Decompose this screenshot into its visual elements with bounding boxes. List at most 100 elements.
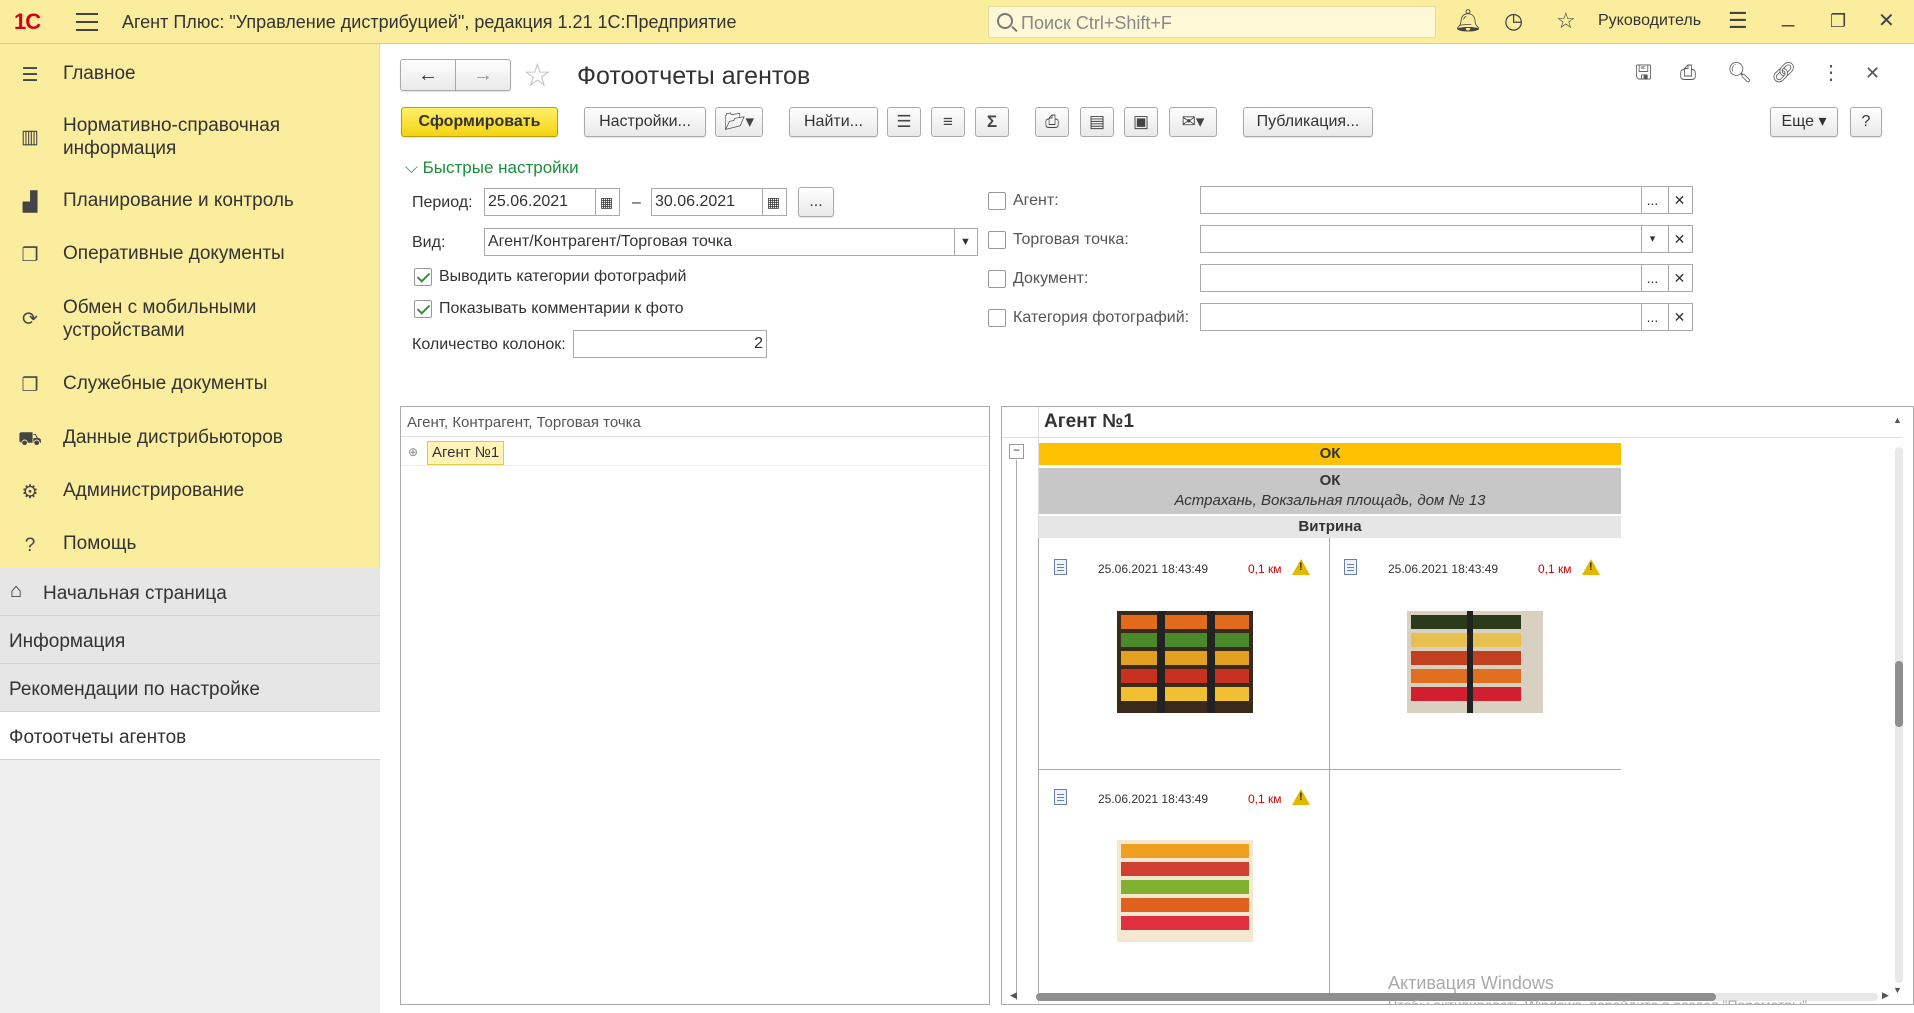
document-select-button[interactable]: ...: [1641, 265, 1663, 291]
search-input[interactable]: Поиск Ctrl+Shift+F: [988, 6, 1436, 38]
app-logo[interactable]: 1С: [14, 9, 41, 35]
scroll-down-icon[interactable]: ▼: [1893, 985, 1902, 995]
form-title: Фотоотчеты агентов: [577, 62, 811, 90]
print-button-icon[interactable]: ⎙: [1035, 107, 1069, 137]
generate-button[interactable]: Сформировать: [401, 107, 558, 137]
category-filter-checkbox[interactable]: [988, 309, 1006, 327]
expand-groups-icon[interactable]: ☰: [887, 107, 921, 137]
print-icon[interactable]: ⎙: [1680, 62, 1696, 84]
document-filter-input[interactable]: [1200, 264, 1693, 292]
help-icon: ?: [24, 535, 36, 556]
calendar-icon[interactable]: ▦: [595, 189, 617, 215]
save-report-icon[interactable]: ▣: [1124, 107, 1158, 137]
find-button[interactable]: Найти...: [789, 107, 878, 137]
tree-panel: Агент, Контрагент, Торговая точка ⊕ Аген…: [400, 406, 990, 1005]
report-agent-title: Агент №1: [1044, 411, 1135, 432]
scroll-left-icon[interactable]: ◀: [1010, 990, 1017, 1001]
document-filter-label: Документ:: [1013, 270, 1089, 287]
warning-icon[interactable]: [1292, 559, 1310, 575]
sum-icon[interactable]: Σ: [975, 107, 1009, 137]
category-select-button[interactable]: ...: [1641, 304, 1663, 330]
photo-distance: 0,1 км: [1248, 792, 1282, 806]
sidebar-item-label: Данные дистрибьюторов: [63, 427, 283, 448]
period-label: Период:: [412, 194, 473, 211]
save-icon[interactable]: 🖫: [1635, 62, 1652, 84]
forward-button[interactable]: →: [455, 59, 511, 91]
more-button[interactable]: Еще ▾: [1770, 107, 1838, 137]
more-dots-icon[interactable]: ⋮: [1821, 62, 1841, 84]
photo-thumbnail[interactable]: [1407, 611, 1543, 713]
restore-icon[interactable]: ❐: [1830, 10, 1846, 32]
agent-filter-label: Агент:: [1013, 192, 1059, 209]
variant-dropdown-button[interactable]: 📂︎▾: [715, 107, 763, 137]
outlet-filter-input[interactable]: [1200, 225, 1693, 253]
scroll-up-icon[interactable]: ▲: [1893, 415, 1902, 425]
sidebar-item-label: Главное: [63, 63, 136, 84]
star-icon[interactable]: ☆: [1556, 10, 1576, 32]
agent-select-button[interactable]: ...: [1641, 187, 1663, 213]
minimize-icon[interactable]: _: [1782, 4, 1794, 26]
show-comments-checkbox[interactable]: [414, 300, 432, 318]
outlet-filter-checkbox[interactable]: [988, 231, 1006, 249]
view-label: Вид:: [412, 234, 446, 251]
chevron-down-icon[interactable]: ▼: [954, 229, 976, 255]
documents-icon: ❐: [21, 245, 39, 266]
collapse-groups-icon[interactable]: ≡: [931, 107, 965, 137]
bell-icon[interactable]: 🔔︎: [1454, 10, 1482, 32]
user-name[interactable]: Руководитель: [1598, 12, 1701, 30]
show-categories-checkbox[interactable]: [414, 268, 432, 286]
history-icon[interactable]: ◷: [1504, 10, 1523, 32]
category-filter-label: Категория фотографий:: [1013, 309, 1190, 326]
clear-icon[interactable]: ✕: [1668, 187, 1690, 213]
document-icon[interactable]: [1054, 789, 1067, 805]
columns-input[interactable]: 2: [573, 330, 767, 358]
period-dash: –: [632, 194, 641, 211]
shelf-photo-image: [1117, 840, 1253, 942]
back-button[interactable]: ←: [400, 59, 456, 91]
settings-menu-icon[interactable]: ☰: [1728, 10, 1748, 32]
expand-icon[interactable]: ⊕: [408, 445, 418, 459]
link-icon[interactable]: 🔗︎: [1771, 62, 1796, 84]
vertical-scroll-thumb[interactable]: [1895, 661, 1903, 727]
print-preview-icon[interactable]: ▤: [1080, 107, 1114, 137]
menu-icon: ☰: [21, 65, 39, 86]
photo-thumbnail[interactable]: [1117, 840, 1253, 942]
help-button[interactable]: ?: [1850, 107, 1882, 137]
document-icon[interactable]: [1344, 559, 1357, 575]
outlet-address: Астрахань, Вокзальная площадь, дом № 13: [1174, 492, 1486, 509]
settings-button[interactable]: Настройки...: [584, 107, 706, 137]
email-dropdown-icon[interactable]: ✉▾: [1169, 107, 1217, 137]
photo-thumbnail[interactable]: [1117, 611, 1253, 713]
warning-icon[interactable]: [1292, 789, 1310, 805]
tree-item-agent[interactable]: Агент №1: [427, 441, 505, 465]
clear-icon[interactable]: ✕: [1668, 226, 1690, 252]
outlet-dropdown-button[interactable]: ▾: [1641, 226, 1663, 252]
preview-icon[interactable]: 🔍︎: [1727, 62, 1752, 84]
category-filter-input[interactable]: [1200, 303, 1693, 331]
photo-distance: 0,1 км: [1248, 562, 1282, 576]
view-select[interactable]: Агент/Контрагент/Торговая точка: [484, 228, 978, 256]
publish-button[interactable]: Публикация...: [1243, 107, 1373, 137]
period-select-button[interactable]: ...: [798, 187, 834, 217]
agent-filter-input[interactable]: [1200, 186, 1693, 214]
open-window-photo-reports[interactable]: Фотоотчеты агентов: [0, 712, 380, 760]
calendar-icon[interactable]: ▦: [762, 189, 784, 215]
form-close-icon[interactable]: ✕: [1865, 62, 1880, 84]
report-panel: Агент №1 − ОК ОК Астрахань, Вокзальная п…: [1001, 406, 1914, 1005]
agent-filter-checkbox[interactable]: [988, 192, 1006, 210]
clear-icon[interactable]: ✕: [1668, 304, 1690, 330]
open-window-info[interactable]: Информация: [0, 616, 380, 664]
favorite-star-icon[interactable]: ☆: [523, 56, 552, 94]
open-window-recommendations[interactable]: Рекомендации по настройке: [0, 664, 380, 712]
document-filter-checkbox[interactable]: [988, 270, 1006, 288]
collapse-group-icon[interactable]: −: [1009, 444, 1024, 459]
clear-icon[interactable]: ✕: [1668, 265, 1690, 291]
open-window-home[interactable]: ⌂ Начальная страница: [0, 568, 380, 616]
vertical-scrollbar[interactable]: [1895, 447, 1903, 983]
scroll-right-icon[interactable]: ▶: [1882, 990, 1889, 1001]
document-icon[interactable]: [1054, 559, 1067, 575]
quick-settings-toggle[interactable]: ⌵ Быстрые настройки: [405, 158, 579, 178]
menu-icon[interactable]: [76, 13, 98, 31]
close-icon[interactable]: ✕: [1878, 10, 1895, 32]
warning-icon[interactable]: [1582, 559, 1600, 575]
